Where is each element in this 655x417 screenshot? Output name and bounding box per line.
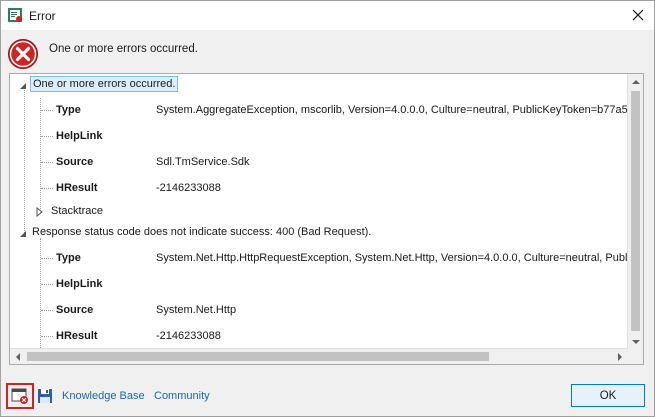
property-key: HResult (56, 182, 98, 194)
window-title: Error (29, 9, 56, 23)
error-header: One or more errors occurred. (1, 30, 654, 70)
collapse-arrow-icon[interactable] (18, 229, 28, 239)
property-key: HelpLink (56, 130, 103, 142)
app-error-icon (8, 8, 22, 22)
property-key: Source (56, 156, 94, 168)
tree-node-label: Response status code does not indicate s… (32, 226, 372, 238)
property-value: System.AggregateException, mscorlib, Ver… (156, 104, 628, 116)
property-row: Source Sdl.TmService.Sdk (10, 150, 628, 174)
tree-node-exception-1[interactable]: One or more errors occurred. (10, 74, 628, 98)
tree-node-label: Stacktrace (51, 205, 103, 217)
tree-guide (41, 162, 53, 163)
tree-guide (41, 284, 53, 285)
tree-guide (41, 110, 53, 111)
property-key: Source (56, 304, 94, 316)
close-button[interactable] (626, 4, 650, 26)
property-row: HResult -2146233088 (10, 324, 628, 348)
tree-guide (41, 136, 53, 137)
vertical-scroll-thumb[interactable] (631, 91, 640, 331)
property-row: HelpLink (10, 272, 628, 296)
error-tree: One or more errors occurred. Type System… (10, 74, 628, 350)
chevron-right-icon (618, 353, 622, 361)
property-value: Sdl.TmService.Sdk (156, 156, 250, 168)
chevron-left-icon (16, 353, 20, 361)
error-dialog: Error One or more errors occurred. One o… (0, 0, 655, 417)
tree-guide (41, 336, 53, 337)
property-row: HResult -2146233088 (10, 176, 628, 200)
vertical-scrollbar[interactable] (627, 74, 643, 350)
tree-node-label: One or more errors occurred. (30, 76, 179, 92)
tree-node-exception-2[interactable]: Response status code does not indicate s… (10, 222, 628, 246)
property-key: HResult (56, 330, 98, 342)
scroll-left-button[interactable] (10, 349, 26, 365)
scroll-up-button[interactable] (628, 74, 644, 90)
property-row: Source System.Net.Http (10, 298, 628, 322)
property-value: System.Net.Http.HttpRequestException, Sy… (156, 252, 628, 264)
collapse-arrow-icon[interactable] (18, 81, 28, 91)
property-value: System.Net.Http (156, 304, 237, 316)
chevron-down-icon (632, 340, 640, 344)
property-row: HelpLink (10, 124, 628, 148)
scrollbar-corner (627, 348, 643, 364)
property-value: -2146233088 (156, 330, 221, 342)
property-row: Type System.Net.Http.HttpRequestExceptio… (10, 246, 628, 270)
property-key: Type (56, 252, 81, 264)
property-row: Type System.AggregateException, mscorlib… (10, 98, 628, 122)
property-value: -2146233088 (156, 182, 221, 194)
close-icon (632, 9, 644, 21)
details-button[interactable] (6, 383, 34, 409)
horizontal-scrollbar[interactable] (10, 348, 628, 364)
chevron-up-icon (632, 80, 640, 84)
scroll-right-button[interactable] (612, 349, 628, 365)
error-circle-icon (8, 39, 38, 69)
error-message: One or more errors occurred. (49, 43, 198, 55)
knowledge-base-link[interactable]: Knowledge Base (62, 390, 145, 402)
tree-node-stacktrace[interactable]: Stacktrace (10, 200, 628, 224)
property-key: Type (56, 104, 81, 116)
tree-guide (41, 310, 53, 311)
property-key: HelpLink (56, 278, 103, 290)
title-bar: Error (1, 1, 654, 30)
window-error-icon (11, 388, 28, 404)
tree-guide (41, 258, 53, 259)
save-icon[interactable] (37, 388, 53, 404)
ok-button[interactable]: OK (571, 384, 645, 407)
error-details-panel: One or more errors occurred. Type System… (9, 73, 644, 365)
horizontal-scroll-thumb[interactable] (27, 352, 489, 361)
community-link[interactable]: Community (154, 390, 210, 402)
dialog-footer: Knowledge Base Community OK (1, 373, 654, 417)
expand-arrow-icon[interactable] (34, 207, 44, 217)
tree-guide (41, 188, 53, 189)
